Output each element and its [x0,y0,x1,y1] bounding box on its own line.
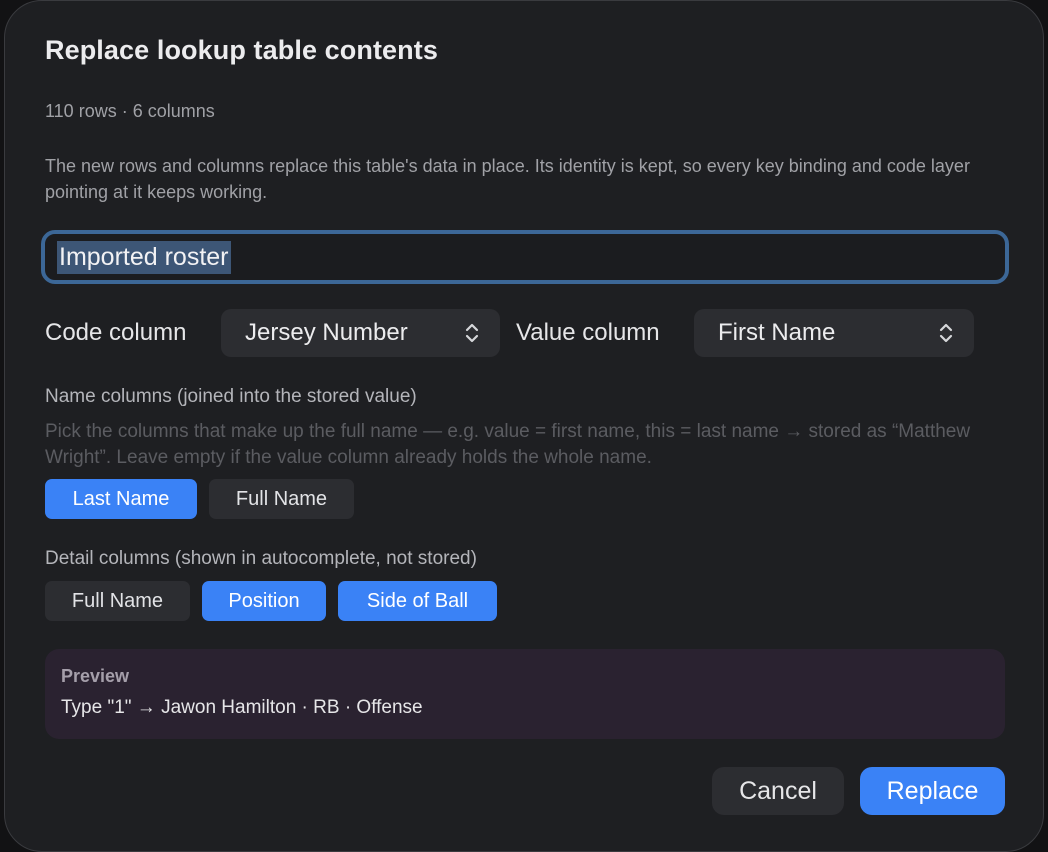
detail-columns-label: Detail columns (shown in autocomplete, n… [45,548,477,569]
dialog-description: The new rows and columns replace this ta… [45,156,970,202]
replace-button[interactable]: Replace [860,767,1005,815]
detail-chip-position[interactable]: Position [202,581,326,621]
name-columns-label: Name columns (joined into the stored val… [45,386,417,407]
preview-title: Preview [61,666,130,686]
chevron-up-down-icon [939,323,953,343]
preview-text: Type "1" → Jawon Hamilton · RB · Offense [61,697,423,718]
value-column-select[interactable]: First Name [694,309,974,357]
dialog-title: Replace lookup table contents [45,35,438,65]
preview-panel: Preview Type "1" → Jawon Hamilton · RB ·… [45,649,1005,739]
table-name-input[interactable]: Imported roster [41,230,1009,284]
name-chip-full-name[interactable]: Full Name [209,479,354,519]
detail-chip-side-of-ball[interactable]: Side of Ball [338,581,497,621]
value-column-value: First Name [718,319,836,346]
code-column-select[interactable]: Jersey Number [221,309,500,357]
name-chip-last-name[interactable]: Last Name [45,479,197,519]
cancel-button[interactable]: Cancel [712,767,844,815]
name-columns-hint: Pick the columns that make up the full n… [45,421,971,468]
code-column-value: Jersey Number [245,319,408,346]
chevron-up-down-icon [465,323,479,343]
table-name-value: Imported roster [57,240,231,274]
value-column-label: Value column [516,319,660,346]
replace-lookup-dialog: Replace lookup table contents 110 rows ·… [4,0,1044,852]
detail-chip-full-name[interactable]: Full Name [45,581,190,621]
code-column-label: Code column [45,319,187,346]
table-size-summary: 110 rows · 6 columns [45,101,215,121]
